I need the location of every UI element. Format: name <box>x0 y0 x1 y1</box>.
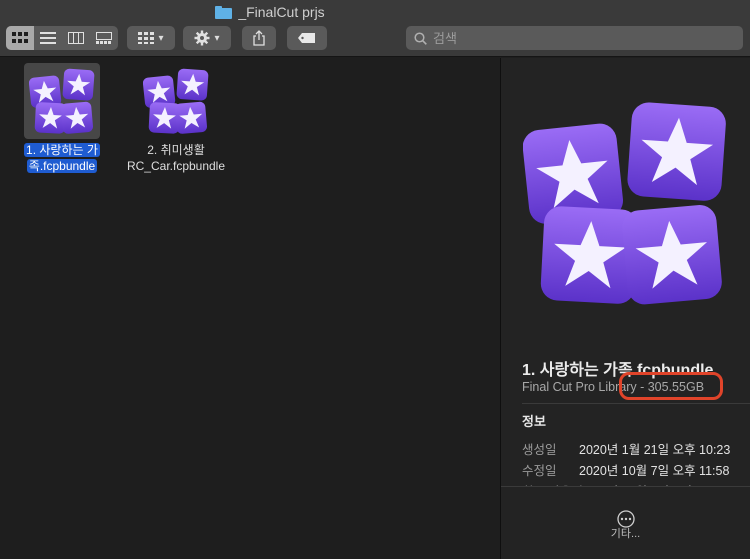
final-cut-library-preview-icon <box>523 100 728 305</box>
window-title-text: _FinalCut prjs <box>238 4 325 20</box>
tags-button[interactable] <box>287 26 327 50</box>
file-name: 1. 사랑하는 가 족.fcpbundle <box>7 142 117 174</box>
icon-view-button[interactable] <box>6 26 34 50</box>
window-title: _FinalCut prjs <box>0 4 540 20</box>
share-icon <box>253 30 265 46</box>
search-input[interactable] <box>433 30 723 46</box>
file-name-line2: RC_Car.fcpbundle <box>126 159 226 173</box>
column-view-button[interactable] <box>62 26 90 50</box>
finder-toolbar: _FinalCut prjs ▾ ▾ 검색 <box>0 0 750 57</box>
size-highlight-annotation <box>619 372 723 400</box>
group-by-button[interactable]: ▾ <box>127 26 175 50</box>
file-icon-grid: 1. 사랑하는 가 족.fcpbundle 2. 취미생활 RC_Car.fcp… <box>0 58 500 559</box>
tag-icon <box>298 33 315 43</box>
chevron-down-icon: ▾ <box>214 32 220 44</box>
gallery-icon <box>96 32 112 44</box>
more-actions-area: 기타... <box>501 486 750 559</box>
view-mode-segmented-control <box>6 26 118 50</box>
final-cut-library-icon <box>29 68 95 134</box>
more-label[interactable]: 기타... <box>501 525 750 541</box>
list-icon <box>40 32 56 44</box>
action-menu-button[interactable]: ▾ <box>183 26 231 50</box>
file-name-line1: 1. 사랑하는 가 <box>24 143 100 157</box>
file-thumbnail <box>138 63 214 139</box>
file-name: 2. 취미생활 RC_Car.fcpbundle <box>121 142 231 174</box>
info-key: 수정일 <box>522 464 557 478</box>
file-name-line2: 족.fcpbundle <box>26 159 98 173</box>
info-value: 2020년 10월 7일 오후 11:58 <box>579 464 730 478</box>
info-section-header: 정보 <box>522 414 546 429</box>
search-field[interactable] <box>406 26 743 50</box>
grid-icon <box>12 32 28 43</box>
share-button[interactable] <box>242 26 276 50</box>
file-thumbnail <box>24 63 100 139</box>
columns-icon <box>68 32 84 44</box>
preview-pane: 1. 사랑하는 가족.fcpbundle Final Cut Pro Libra… <box>501 58 750 559</box>
info-value: 2020년 1월 21일 오후 10:23 <box>579 443 731 457</box>
grid-group-icon <box>138 32 155 44</box>
info-key: 생성일 <box>522 443 557 457</box>
folder-icon <box>215 5 233 19</box>
chevron-down-icon: ▾ <box>158 32 164 44</box>
file-name-line1: 2. 취미생활 <box>147 143 205 157</box>
final-cut-library-icon <box>143 68 209 134</box>
list-view-button[interactable] <box>34 26 62 50</box>
gear-icon <box>194 30 210 46</box>
separator <box>522 403 750 404</box>
file-item[interactable]: 1. 사랑하는 가 족.fcpbundle <box>7 63 117 174</box>
file-item[interactable]: 2. 취미생활 RC_Car.fcpbundle <box>121 63 231 174</box>
gallery-view-button[interactable] <box>90 26 118 50</box>
search-icon <box>414 31 427 45</box>
